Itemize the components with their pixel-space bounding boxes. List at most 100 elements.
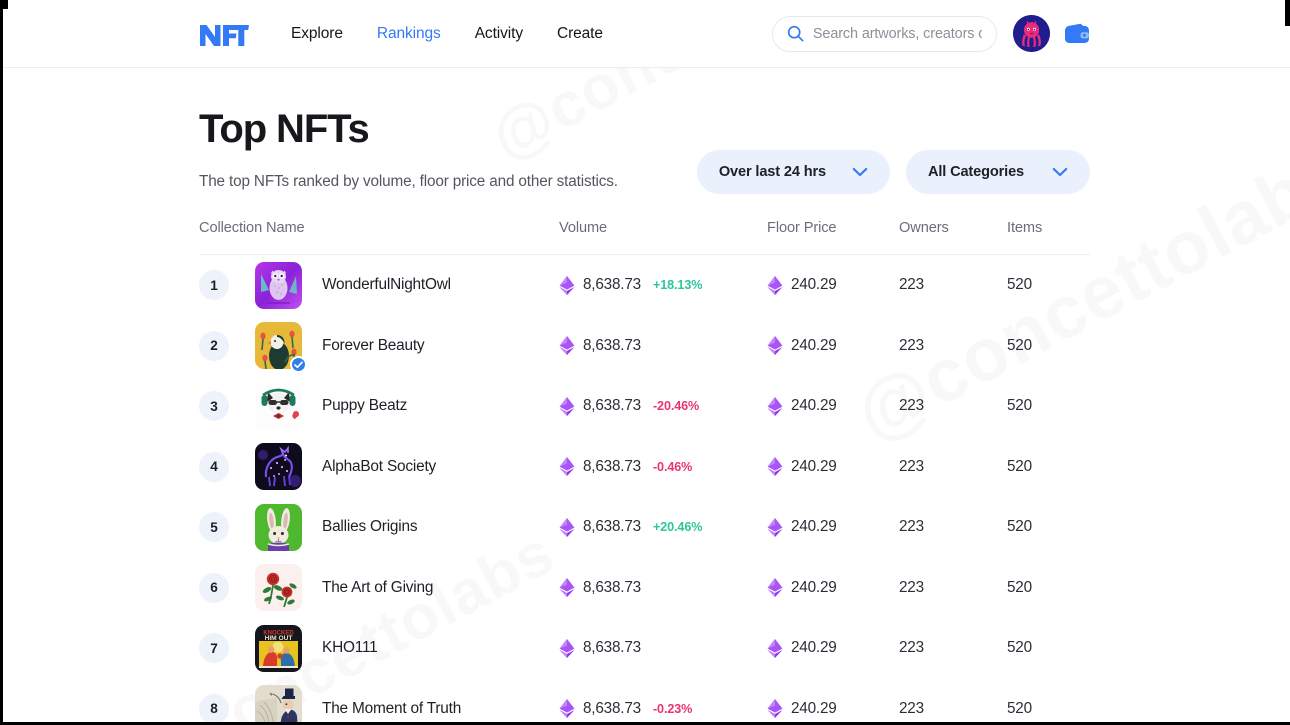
page-header: Top NFTs The top NFTs ranked by volume, …	[199, 68, 1090, 194]
cell-collection[interactable]: 4 AlphaBot Society	[199, 443, 559, 490]
main-content: Top NFTs The top NFTs ranked by volume, …	[0, 68, 1290, 725]
nft-logo[interactable]	[199, 21, 249, 47]
verified-badge-icon	[290, 356, 307, 373]
cell-collection[interactable]: 3 Puppy Beatz	[199, 383, 559, 430]
owners-value: 223	[899, 397, 1007, 415]
time-range-dropdown[interactable]: Over last 24 hrs	[697, 150, 890, 194]
cell-floor-price: 240.29	[767, 518, 899, 537]
table-row[interactable]: 6 The Art of Giving	[199, 558, 1090, 619]
rankings-table: Collection Name Volume Floor Price Owner…	[199, 220, 1090, 725]
category-dropdown[interactable]: All Categories	[906, 150, 1090, 194]
rank-badge: 1	[199, 270, 229, 300]
wallet-button[interactable]	[1063, 20, 1090, 47]
cell-volume: 8,638.73 -0.46%	[559, 457, 767, 476]
rank-badge: 2	[199, 331, 229, 361]
change-percent: -0.46%	[653, 460, 692, 474]
table-row[interactable]: 5 Ballies Origins 8,638.73	[199, 497, 1090, 558]
volume-value: 8,638.73	[583, 700, 641, 718]
owners-value: 223	[899, 458, 1007, 476]
chevron-down-icon	[1052, 167, 1068, 177]
cell-floor-price: 240.29	[767, 457, 899, 476]
owners-value: 223	[899, 276, 1007, 294]
items-value: 520	[1007, 518, 1087, 536]
collection-thumbnail-wrap[interactable]	[255, 443, 302, 490]
items-value: 520	[1007, 276, 1087, 294]
collection-thumbnail-wrap[interactable]	[255, 564, 302, 611]
owners-value: 223	[899, 337, 1007, 355]
collection-name: Forever Beauty	[322, 337, 424, 355]
owners-value: 223	[899, 579, 1007, 597]
cell-floor-price: 240.29	[767, 397, 899, 416]
collection-thumbnail-wrap[interactable]	[255, 262, 302, 309]
column-header-items[interactable]: Items	[1007, 220, 1087, 236]
avatar[interactable]	[1013, 15, 1050, 52]
column-header-floor-price[interactable]: Floor Price	[767, 220, 899, 236]
nav-item-explore[interactable]: Explore	[291, 25, 343, 43]
search-bar[interactable]	[772, 16, 997, 52]
items-value: 520	[1007, 639, 1087, 657]
collection-thumbnail-roses-pink	[255, 564, 302, 611]
ethereum-icon	[559, 336, 575, 355]
collection-thumbnail-wrap[interactable]	[255, 322, 302, 369]
collection-thumbnail-wrap[interactable]: KNOCKED HIM OUT	[255, 625, 302, 672]
collection-thumbnail-wrap[interactable]	[255, 504, 302, 551]
table-row[interactable]: 1 WonderfulNightOwl	[199, 255, 1090, 316]
cell-volume: 8,638.73 -20.46%	[559, 397, 767, 416]
collection-thumbnail-horse-dark	[255, 443, 302, 490]
rank-badge: 5	[199, 512, 229, 542]
items-value: 520	[1007, 397, 1087, 415]
floor-price-value: 240.29	[791, 458, 837, 476]
window-corner	[0, 0, 8, 9]
change-percent: +18.13%	[653, 278, 702, 292]
cell-collection[interactable]: 2 Forever Beauty	[199, 322, 559, 369]
nav-item-activity[interactable]: Activity	[475, 25, 523, 43]
column-header-owners[interactable]: Owners	[899, 220, 1007, 236]
svg-text:HIM OUT: HIM OUT	[265, 635, 293, 642]
ethereum-icon	[767, 639, 783, 658]
table-row[interactable]: 2 Forever Beauty 8,638.73	[199, 316, 1090, 377]
floor-price-value: 240.29	[791, 276, 837, 294]
collection-thumbnail-wrap[interactable]	[255, 383, 302, 430]
nav-item-rankings[interactable]: Rankings	[377, 25, 441, 43]
table-row[interactable]: 4 AlphaBot Society 8,638.73 -0.46%	[199, 437, 1090, 498]
rank-badge: 3	[199, 391, 229, 421]
floor-price-value: 240.29	[791, 518, 837, 536]
cell-collection[interactable]: 8 The Moment of Truth	[199, 685, 559, 725]
nft-logo-icon	[199, 21, 249, 47]
ethereum-icon	[559, 457, 575, 476]
floor-price-value: 240.29	[791, 337, 837, 355]
avatar-octopus-icon	[1013, 15, 1050, 52]
collection-thumbnail-gentleman-beige	[255, 685, 302, 725]
search-icon	[787, 25, 804, 42]
volume-value: 8,638.73	[583, 397, 641, 415]
volume-value: 8,638.73	[583, 518, 641, 536]
cell-collection[interactable]: 7 KNOCKED HIM OUT KHO111	[199, 625, 559, 672]
ethereum-icon	[767, 336, 783, 355]
cell-volume: 8,638.73 +20.46%	[559, 518, 767, 537]
cell-collection[interactable]: 5 Ballies Origins	[199, 504, 559, 551]
table-row[interactable]: 7 KNOCKED HIM OUT KHO111	[199, 618, 1090, 679]
table-row[interactable]: 3 Puppy Beatz	[199, 376, 1090, 437]
nav-item-create[interactable]: Create	[557, 25, 603, 43]
main-nav: Explore Rankings Activity Create	[291, 25, 603, 43]
collection-name: The Art of Giving	[322, 579, 433, 597]
rank-badge: 6	[199, 573, 229, 603]
table-header-row: Collection Name Volume Floor Price Owner…	[199, 220, 1090, 255]
cell-volume: 8,638.73 +18.13%	[559, 276, 767, 295]
ethereum-icon	[767, 457, 783, 476]
items-value: 520	[1007, 458, 1087, 476]
column-header-collection-name[interactable]: Collection Name	[199, 220, 559, 236]
collection-thumbnail-wrap[interactable]	[255, 685, 302, 725]
search-input[interactable]	[813, 26, 982, 42]
change-percent: -20.46%	[653, 399, 699, 413]
column-header-volume[interactable]: Volume	[559, 220, 767, 236]
cell-floor-price: 240.29	[767, 639, 899, 658]
table-row[interactable]: 8 The Moment of Truth	[199, 679, 1090, 725]
collection-name: The Moment of Truth	[322, 700, 461, 718]
cell-collection[interactable]: 1 WonderfulNightOwl	[199, 262, 559, 309]
collection-name: AlphaBot Society	[322, 458, 436, 476]
ethereum-icon	[559, 578, 575, 597]
cell-collection[interactable]: 6 The Art of Giving	[199, 564, 559, 611]
collection-thumbnail-comic-knockout: KNOCKED HIM OUT	[255, 625, 302, 672]
ethereum-icon	[559, 699, 575, 718]
